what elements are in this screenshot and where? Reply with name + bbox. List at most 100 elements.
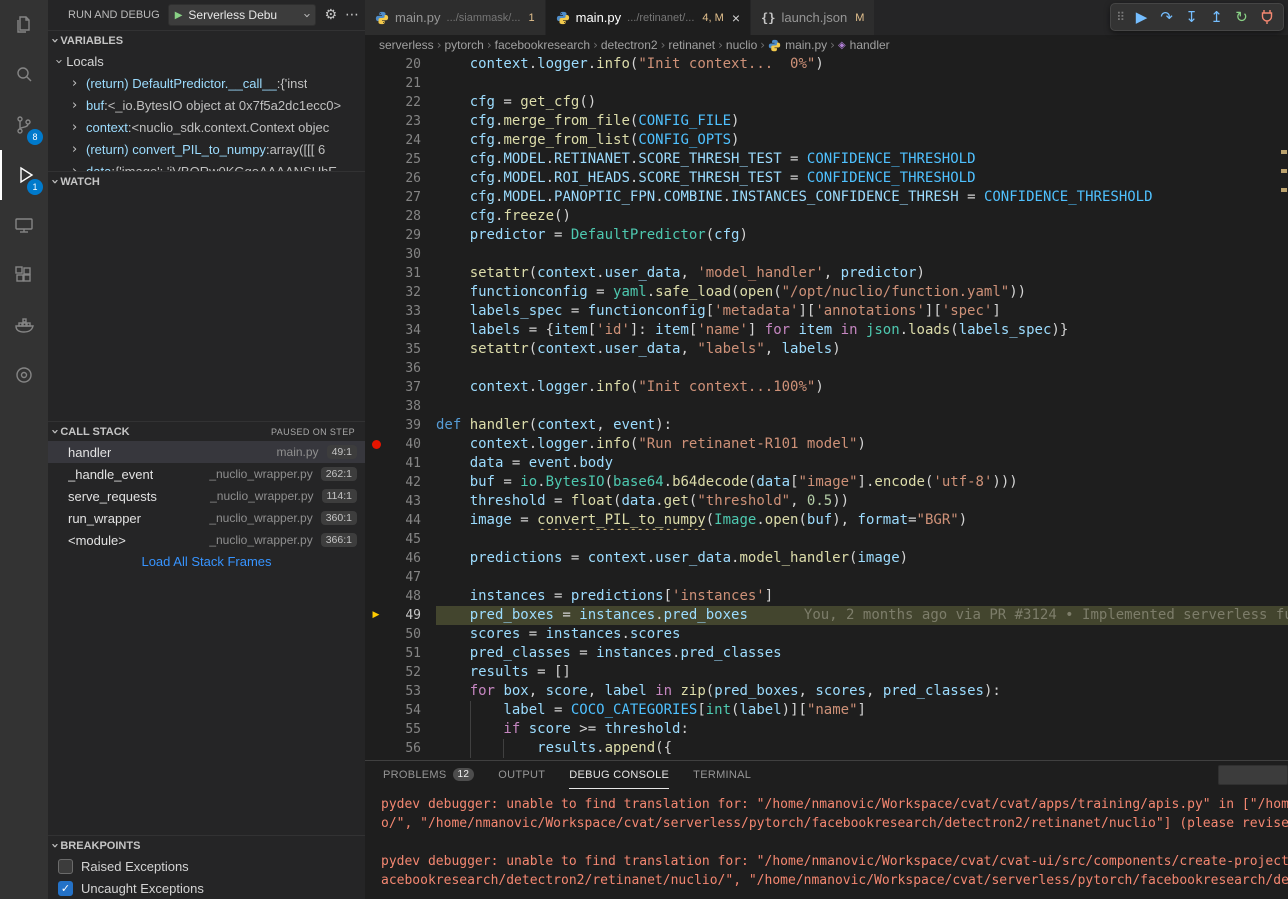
tab-debug-console[interactable]: DEBUG CONSOLE xyxy=(569,761,669,789)
debug-config-dropdown[interactable]: ▶ Serverless Debu › xyxy=(168,4,317,26)
code-line[interactable]: 40context.logger.info("Run retinanet-R10… xyxy=(365,435,1288,454)
variable-row[interactable]: ›(return) DefaultPredictor.__call__: {'i… xyxy=(48,72,365,94)
gutter[interactable]: 26 xyxy=(365,169,436,188)
gutter[interactable]: 42 xyxy=(365,473,436,492)
gutter[interactable]: 45 xyxy=(365,530,436,549)
gutter[interactable]: 24 xyxy=(365,131,436,150)
gutter[interactable]: 36 xyxy=(365,359,436,378)
code-line[interactable]: 21 xyxy=(365,74,1288,93)
code-line[interactable]: 23cfg.merge_from_file(CONFIG_FILE) xyxy=(365,112,1288,131)
breakpoint-icon[interactable] xyxy=(372,440,381,449)
gutter[interactable]: 44 xyxy=(365,511,436,530)
continue-icon[interactable]: ▶ xyxy=(1130,5,1153,29)
code-line[interactable]: 32functionconfig = yaml.safe_load(open("… xyxy=(365,283,1288,302)
gutter[interactable]: 31 xyxy=(365,264,436,283)
variable-row[interactable]: ›(return) convert_PIL_to_numpy: array([[… xyxy=(48,138,365,160)
code-line[interactable]: 26cfg.MODEL.ROI_HEADS.SCORE_THRESH_TEST … xyxy=(365,169,1288,188)
code-line[interactable]: 36 xyxy=(365,359,1288,378)
gutter[interactable]: 53 xyxy=(365,682,436,701)
code-editor[interactable]: 20context.logger.info("Init context... 0… xyxy=(365,55,1288,760)
breakpoint-row[interactable]: ✓Uncaught Exceptions xyxy=(48,877,365,899)
tab-main-py-retinanet[interactable]: main.py .../retinanet/... 4, M × xyxy=(546,0,751,35)
variable-row[interactable]: ›data: {'image': 'iVBORw0KGgoAAAANSUhE xyxy=(48,160,365,171)
callstack-frame[interactable]: serve_requests_nuclio_wrapper.py114:1 xyxy=(48,485,365,507)
overview-ruler[interactable] xyxy=(1280,55,1288,760)
code-line[interactable]: 25cfg.MODEL.RETINANET.SCORE_THRESH_TEST … xyxy=(365,150,1288,169)
gutter[interactable]: 41 xyxy=(365,454,436,473)
breakpoints-section-header[interactable]: › BREAKPOINTS xyxy=(48,835,365,855)
breakpoint-row[interactable]: Raised Exceptions xyxy=(48,855,365,877)
code-line[interactable]: 29predictor = DefaultPredictor(cfg) xyxy=(365,226,1288,245)
breadcrumb-item[interactable]: detectron2 xyxy=(601,38,658,52)
code-line[interactable]: 55if score >= threshold: xyxy=(365,720,1288,739)
breadcrumb-item[interactable]: serverless xyxy=(379,38,434,52)
search-icon[interactable] xyxy=(0,50,48,100)
more-actions-icon[interactable]: ⋯ xyxy=(345,7,359,23)
watch-section-header[interactable]: › WATCH xyxy=(48,171,365,191)
checkbox[interactable]: ✓ xyxy=(58,881,73,896)
code-line[interactable]: 52results = [] xyxy=(365,663,1288,682)
tab-terminal[interactable]: TERMINAL xyxy=(693,761,751,789)
gutter[interactable]: 34 xyxy=(365,321,436,340)
scope-locals[interactable]: › Locals xyxy=(48,50,365,72)
breakpoint-slot[interactable]: ▶ xyxy=(365,606,387,625)
gutter[interactable]: ▶49 xyxy=(365,606,436,625)
breadcrumb-item[interactable]: retinanet xyxy=(668,38,715,52)
console-filter-input[interactable] xyxy=(1218,765,1288,785)
step-over-icon[interactable]: ↷ xyxy=(1155,5,1178,29)
gutter[interactable]: 38 xyxy=(365,397,436,416)
gutter[interactable]: 47 xyxy=(365,568,436,587)
drag-handle-icon[interactable]: ⠿ xyxy=(1116,10,1125,24)
gutter[interactable]: 23 xyxy=(365,112,436,131)
debug-console-output[interactable]: pydev debugger: unable to find translati… xyxy=(365,789,1288,899)
tab-launch-json[interactable]: {} launch.json M xyxy=(751,0,875,35)
run-debug-icon[interactable]: 1 xyxy=(0,150,48,200)
code-line[interactable]: 50scores = instances.scores xyxy=(365,625,1288,644)
breadcrumb-item[interactable]: facebookresearch xyxy=(495,38,590,52)
gutter[interactable]: 48 xyxy=(365,587,436,606)
remote-explorer-icon[interactable] xyxy=(0,200,48,250)
code-line[interactable]: 20context.logger.info("Init context... 0… xyxy=(365,55,1288,74)
gutter[interactable]: 54 xyxy=(365,701,436,720)
gutter[interactable]: 27 xyxy=(365,188,436,207)
explorer-icon[interactable] xyxy=(0,0,48,50)
code-line[interactable]: 48instances = predictions['instances'] xyxy=(365,587,1288,606)
code-line[interactable]: 54label = COCO_CATEGORIES[int(label)]["n… xyxy=(365,701,1288,720)
code-line[interactable]: 24cfg.merge_from_list(CONFIG_OPTS) xyxy=(365,131,1288,150)
extensions-icon[interactable] xyxy=(0,250,48,300)
gear-icon[interactable]: ⚙ xyxy=(324,7,337,23)
code-line[interactable]: 43threshold = float(data.get("threshold"… xyxy=(365,492,1288,511)
gutter[interactable]: 40 xyxy=(365,435,436,454)
gutter[interactable]: 43 xyxy=(365,492,436,511)
callstack-frame[interactable]: run_wrapper_nuclio_wrapper.py360:1 xyxy=(48,507,365,529)
source-control-icon[interactable]: 8 xyxy=(0,100,48,150)
code-line[interactable]: 45 xyxy=(365,530,1288,549)
code-line[interactable]: 53for box, score, label in zip(pred_boxe… xyxy=(365,682,1288,701)
variables-section-header[interactable]: › VARIABLES xyxy=(48,30,365,50)
code-line[interactable]: 39def handler(context, event): xyxy=(365,416,1288,435)
code-line[interactable]: 56results.append({ xyxy=(365,739,1288,758)
checkbox[interactable] xyxy=(58,859,73,874)
code-line[interactable]: 34labels = {item['id']: item['name'] for… xyxy=(365,321,1288,340)
code-line[interactable]: 38 xyxy=(365,397,1288,416)
gutter[interactable]: 35 xyxy=(365,340,436,359)
tab-main-py-siammask[interactable]: main.py .../siammask/... 1 xyxy=(365,0,546,35)
gutter[interactable]: 46 xyxy=(365,549,436,568)
code-line[interactable]: 47 xyxy=(365,568,1288,587)
code-line[interactable]: 30 xyxy=(365,245,1288,264)
gutter[interactable]: 55 xyxy=(365,720,436,739)
test-explorer-icon[interactable] xyxy=(0,350,48,400)
step-into-icon[interactable]: ↧ xyxy=(1180,5,1203,29)
code-line[interactable]: 44image = convert_PIL_to_numpy(Image.ope… xyxy=(365,511,1288,530)
code-line[interactable]: 28cfg.freeze() xyxy=(365,207,1288,226)
code-line[interactable]: 31setattr(context.user_data, 'model_hand… xyxy=(365,264,1288,283)
gutter[interactable]: 50 xyxy=(365,625,436,644)
code-line[interactable]: 51pred_classes = instances.pred_classes xyxy=(365,644,1288,663)
breadcrumb-item[interactable]: nuclio xyxy=(726,38,757,52)
variable-row[interactable]: ›buf: <_io.BytesIO object at 0x7f5a2dc1e… xyxy=(48,94,365,116)
load-all-stack-frames-link[interactable]: Load All Stack Frames xyxy=(48,551,365,573)
close-icon[interactable]: × xyxy=(732,10,740,26)
call-stack-section-header[interactable]: › CALL STACK PAUSED ON STEP xyxy=(48,421,365,441)
gutter[interactable]: 28 xyxy=(365,207,436,226)
callstack-frame[interactable]: _handle_event_nuclio_wrapper.py262:1 xyxy=(48,463,365,485)
